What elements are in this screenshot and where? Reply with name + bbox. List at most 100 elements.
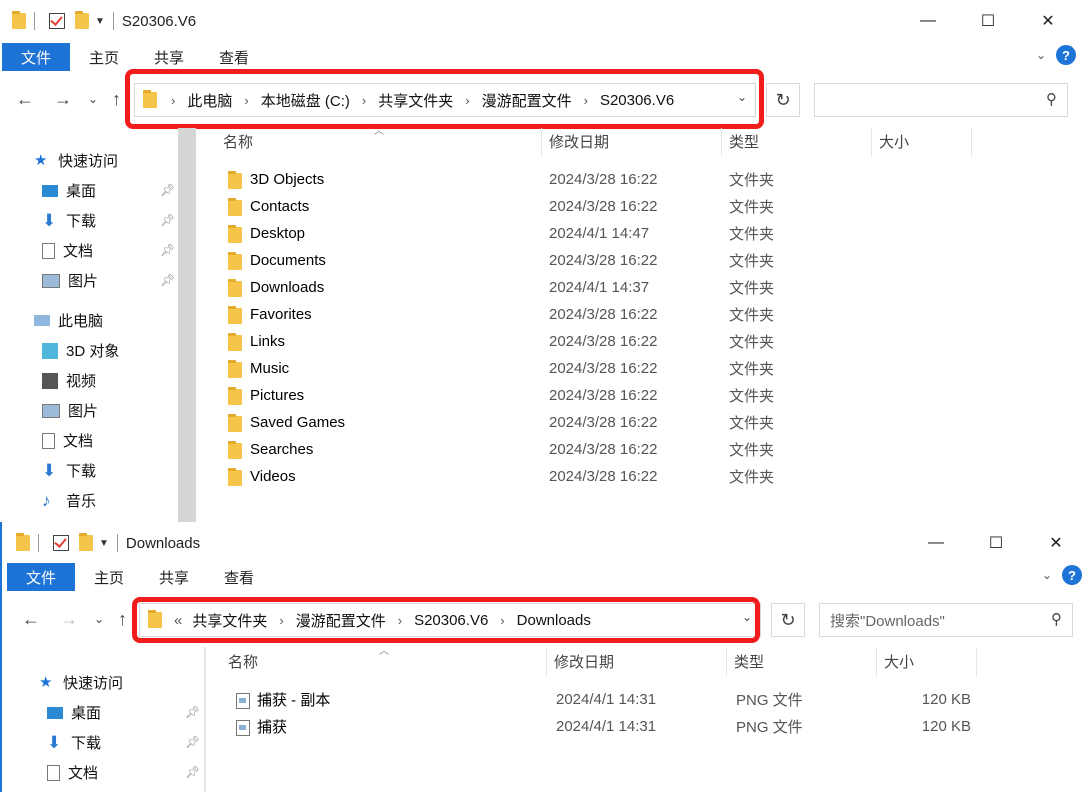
ribbon-tabs: 文件 主页 共享 查看 ⌄ ? bbox=[2, 563, 1084, 593]
table-row[interactable]: Desktop 2024/4/1 14:47 文件夹 bbox=[224, 220, 984, 247]
table-row[interactable]: Contacts 2024/3/28 16:22 文件夹 bbox=[224, 193, 984, 220]
folder-icon bbox=[228, 198, 242, 216]
file-type: 文件夹 bbox=[729, 361, 775, 378]
table-row[interactable]: 3D Objects 2024/3/28 16:22 文件夹 bbox=[224, 166, 984, 193]
search-input[interactable]: 搜索"Downloads" ⚲ bbox=[819, 603, 1073, 637]
sidebar-item-downloads[interactable]: ⬇ 下载 bbox=[47, 732, 101, 753]
table-row[interactable]: 捕获 - 副本 2024/4/1 14:31 PNG 文件 120 KB bbox=[231, 686, 991, 713]
sidebar-item-downloads[interactable]: ⬇ 下载 bbox=[42, 210, 96, 231]
recent-locations-icon[interactable]: ⌄ bbox=[94, 595, 104, 643]
pin-icon[interactable]: 📌︎ bbox=[160, 243, 175, 257]
desktop-icon bbox=[47, 706, 63, 719]
close-button[interactable]: ✕ bbox=[1018, 0, 1078, 42]
search-input[interactable]: ⚲ bbox=[814, 83, 1068, 117]
tab-home[interactable]: 主页 bbox=[94, 563, 124, 591]
file-type: 文件夹 bbox=[729, 253, 775, 270]
file-name: Pictures bbox=[250, 387, 305, 404]
sidebar-item-desktop[interactable]: 桌面 bbox=[47, 702, 101, 723]
chevron-down-icon[interactable]: ⌄ bbox=[1042, 568, 1052, 582]
up-button[interactable]: ↑ bbox=[112, 75, 121, 123]
minimize-button[interactable]: — bbox=[898, 0, 958, 42]
column-header-type[interactable]: 类型 bbox=[729, 125, 759, 157]
tab-home[interactable]: 主页 bbox=[89, 43, 119, 71]
file-date: 2024/3/28 16:22 bbox=[549, 360, 658, 377]
column-header-type[interactable]: 类型 bbox=[734, 645, 764, 677]
sidebar-item-quick-access[interactable]: ★ 快速访问 bbox=[39, 672, 123, 693]
table-row[interactable]: 捕获 2024/4/1 14:31 PNG 文件 120 KB bbox=[231, 713, 991, 740]
maximize-button[interactable]: ☐ bbox=[966, 522, 1026, 564]
sidebar-item-videos[interactable]: 视频 bbox=[42, 370, 96, 391]
forward-button[interactable]: → bbox=[54, 75, 72, 123]
table-row[interactable]: Videos 2024/3/28 16:22 文件夹 bbox=[224, 463, 984, 490]
table-row[interactable]: Documents 2024/3/28 16:22 文件夹 bbox=[224, 247, 984, 274]
file-date: 2024/3/28 16:22 bbox=[549, 468, 658, 485]
sidebar-item-desktop[interactable]: 桌面 bbox=[42, 180, 96, 201]
pin-icon[interactable]: 📌︎ bbox=[185, 735, 200, 749]
sidebar-item-pictures-pc[interactable]: 图片 bbox=[42, 400, 98, 421]
search-icon: ⚲ bbox=[1051, 611, 1062, 628]
new-folder-icon[interactable] bbox=[75, 11, 89, 29]
column-header-size[interactable]: 大小 bbox=[884, 645, 914, 677]
file-type: 文件夹 bbox=[729, 334, 775, 351]
sidebar-item-documents-pc[interactable]: 文档 bbox=[42, 430, 93, 451]
forward-button[interactable]: → bbox=[60, 595, 78, 643]
pin-icon[interactable]: 📌︎ bbox=[185, 705, 200, 719]
pin-icon[interactable]: 📌︎ bbox=[160, 183, 175, 197]
refresh-button[interactable]: ↻ bbox=[771, 603, 805, 637]
help-icon[interactable]: ? bbox=[1056, 45, 1076, 65]
table-row[interactable]: Searches 2024/3/28 16:22 文件夹 bbox=[224, 436, 984, 463]
divider bbox=[546, 648, 547, 676]
sort-ascending-icon: ︿ bbox=[374, 126, 384, 137]
tab-view[interactable]: 查看 bbox=[224, 563, 254, 591]
sidebar-scrollbar[interactable] bbox=[178, 128, 196, 524]
new-folder-icon[interactable] bbox=[79, 533, 93, 551]
sidebar-item-documents[interactable]: 文档 bbox=[42, 240, 93, 261]
tab-share[interactable]: 共享 bbox=[154, 43, 184, 71]
chevron-down-icon[interactable]: ⌄ bbox=[1036, 48, 1046, 62]
pin-icon[interactable]: 📌︎ bbox=[185, 765, 200, 779]
properties-icon[interactable] bbox=[53, 535, 69, 551]
table-row[interactable]: Favorites 2024/3/28 16:22 文件夹 bbox=[224, 301, 984, 328]
table-row[interactable]: Downloads 2024/4/1 14:37 文件夹 bbox=[224, 274, 984, 301]
column-header-name[interactable]: 名称 bbox=[228, 645, 258, 677]
recent-locations-icon[interactable]: ⌄ bbox=[88, 75, 98, 123]
column-header-name[interactable]: 名称 bbox=[223, 125, 253, 157]
table-row[interactable]: Music 2024/3/28 16:22 文件夹 bbox=[224, 355, 984, 382]
file-type: 文件夹 bbox=[729, 469, 775, 486]
back-button[interactable]: ← bbox=[22, 595, 40, 643]
tab-share[interactable]: 共享 bbox=[159, 563, 189, 591]
properties-icon[interactable] bbox=[49, 13, 65, 29]
pin-icon[interactable]: 📌︎ bbox=[160, 273, 175, 287]
back-button[interactable]: ← bbox=[16, 75, 34, 123]
sidebar-item-3d-objects[interactable]: 3D 对象 bbox=[42, 340, 119, 361]
tab-file[interactable]: 文件 bbox=[7, 563, 75, 591]
maximize-button[interactable]: ☐ bbox=[958, 0, 1018, 42]
customize-toolbar-icon[interactable]: ▼ bbox=[99, 538, 109, 549]
tab-view[interactable]: 查看 bbox=[219, 43, 249, 71]
help-icon[interactable]: ? bbox=[1062, 565, 1082, 585]
folder-icon bbox=[228, 225, 242, 243]
minimize-button[interactable]: — bbox=[906, 522, 966, 564]
pin-icon[interactable]: 📌︎ bbox=[160, 213, 175, 227]
tab-file[interactable]: 文件 bbox=[2, 43, 70, 71]
column-header-date[interactable]: 修改日期 bbox=[549, 125, 609, 157]
sidebar-item-downloads-pc[interactable]: ⬇ 下载 bbox=[42, 460, 96, 481]
sidebar-item-documents[interactable]: 文档 bbox=[47, 762, 98, 783]
table-row[interactable]: Pictures 2024/3/28 16:22 文件夹 bbox=[224, 382, 984, 409]
sidebar-item-quick-access[interactable]: ★ 快速访问 bbox=[34, 150, 118, 171]
table-row[interactable]: Links 2024/3/28 16:22 文件夹 bbox=[224, 328, 984, 355]
sidebar-item-music[interactable]: ♪ 音乐 bbox=[42, 490, 96, 511]
file-type: PNG 文件 bbox=[736, 719, 803, 736]
file-type: 文件夹 bbox=[729, 199, 775, 216]
file-date: 2024/3/28 16:22 bbox=[549, 441, 658, 458]
table-row[interactable]: Saved Games 2024/3/28 16:22 文件夹 bbox=[224, 409, 984, 436]
refresh-button[interactable]: ↻ bbox=[766, 83, 800, 117]
sidebar-item-pictures[interactable]: 图片 bbox=[42, 270, 98, 291]
column-header-date[interactable]: 修改日期 bbox=[554, 645, 614, 677]
customize-toolbar-icon[interactable]: ▼ bbox=[95, 16, 105, 27]
column-header-size[interactable]: 大小 bbox=[879, 125, 909, 157]
close-button[interactable]: ✕ bbox=[1026, 522, 1084, 564]
up-button[interactable]: ↑ bbox=[118, 595, 127, 643]
file-size: 120 KB bbox=[921, 718, 971, 735]
sidebar-item-this-pc[interactable]: 此电脑 bbox=[34, 310, 103, 331]
